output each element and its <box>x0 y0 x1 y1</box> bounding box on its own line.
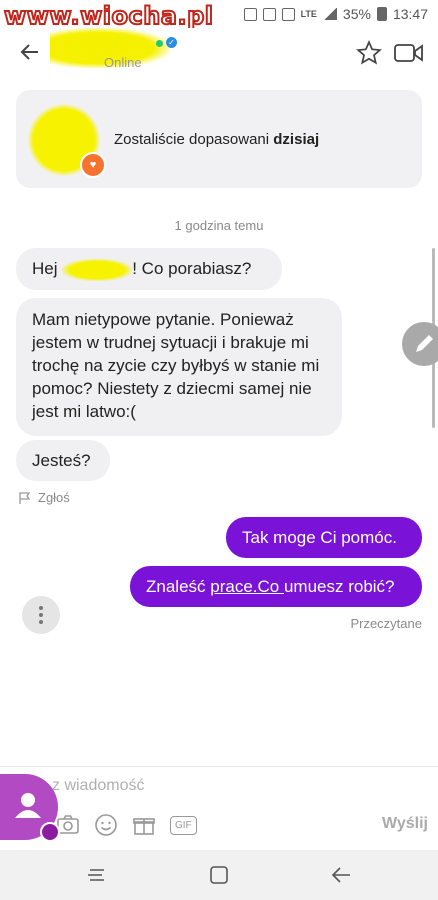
message-composer: z wiadomość GIF Wyślij <box>0 766 438 851</box>
video-call-icon[interactable] <box>394 42 424 64</box>
report-button[interactable]: Zgłoś <box>18 490 70 505</box>
status-icons: LTE 35% 13:47 <box>243 6 428 22</box>
incoming-message[interactable]: Hej ! Co porabiasz? <box>16 248 282 290</box>
gallery-icon <box>281 7 295 21</box>
message-badge-icon <box>40 822 60 842</box>
message-link[interactable]: prace.Co <box>210 577 284 596</box>
system-navigation-bar <box>0 850 438 900</box>
redacted-name-with-wave-emoji <box>62 258 133 281</box>
emoji-icon[interactable] <box>94 813 118 837</box>
gift-icon[interactable] <box>132 813 156 837</box>
contact-status: Online <box>104 55 142 70</box>
message-input[interactable]: z wiadomość <box>52 777 144 795</box>
outgoing-message[interactable]: Tak moge Ci pomóc. <box>226 517 422 558</box>
read-receipt: Przeczytane <box>350 616 422 631</box>
home-icon[interactable] <box>208 864 230 886</box>
mail-icon <box>262 7 276 21</box>
clock: 13:47 <box>392 6 428 22</box>
more-options-button[interactable] <box>22 596 60 634</box>
notification-icon <box>243 7 257 21</box>
outgoing-message[interactable]: Znaleść prace.Co umuesz robić? <box>130 566 422 607</box>
network-label: LTE <box>300 9 317 19</box>
verified-icon: ✓ <box>166 37 177 48</box>
battery-percent: 35% <box>342 6 371 22</box>
profile-button[interactable] <box>0 774 60 842</box>
incoming-message[interactable]: Mam nietypowe pytanie. Ponieważ jestem w… <box>16 298 342 436</box>
chat-header: ✓ Online <box>0 28 438 80</box>
send-button[interactable]: Wyślij <box>382 815 428 833</box>
edit-button[interactable] <box>402 322 438 366</box>
online-indicator-icon <box>156 40 163 47</box>
status-bar: www.wiocha.pl LTE 35% 13:47 <box>0 0 438 31</box>
match-text: Zostaliście dopasowani dzisiaj <box>114 131 320 148</box>
back-icon[interactable] <box>330 864 352 886</box>
gif-icon[interactable]: GIF <box>170 815 197 835</box>
composer-tools: GIF <box>56 813 197 837</box>
back-arrow-icon[interactable] <box>18 40 42 64</box>
flag-icon <box>19 491 31 504</box>
signal-icon <box>322 8 337 20</box>
incoming-message[interactable]: Jesteś? <box>16 440 110 481</box>
watermark: www.wiocha.pl <box>3 1 214 31</box>
star-icon[interactable] <box>356 40 382 66</box>
match-card[interactable]: ♥ Zostaliście dopasowani dzisiaj <box>16 90 422 188</box>
battery-icon <box>376 7 387 21</box>
person-icon <box>15 793 41 818</box>
timestamp-separator: 1 godzina temu <box>174 218 264 233</box>
heart-icon: ♥ <box>80 152 106 178</box>
recent-apps-icon[interactable] <box>86 864 108 886</box>
pencil-icon <box>416 335 433 352</box>
